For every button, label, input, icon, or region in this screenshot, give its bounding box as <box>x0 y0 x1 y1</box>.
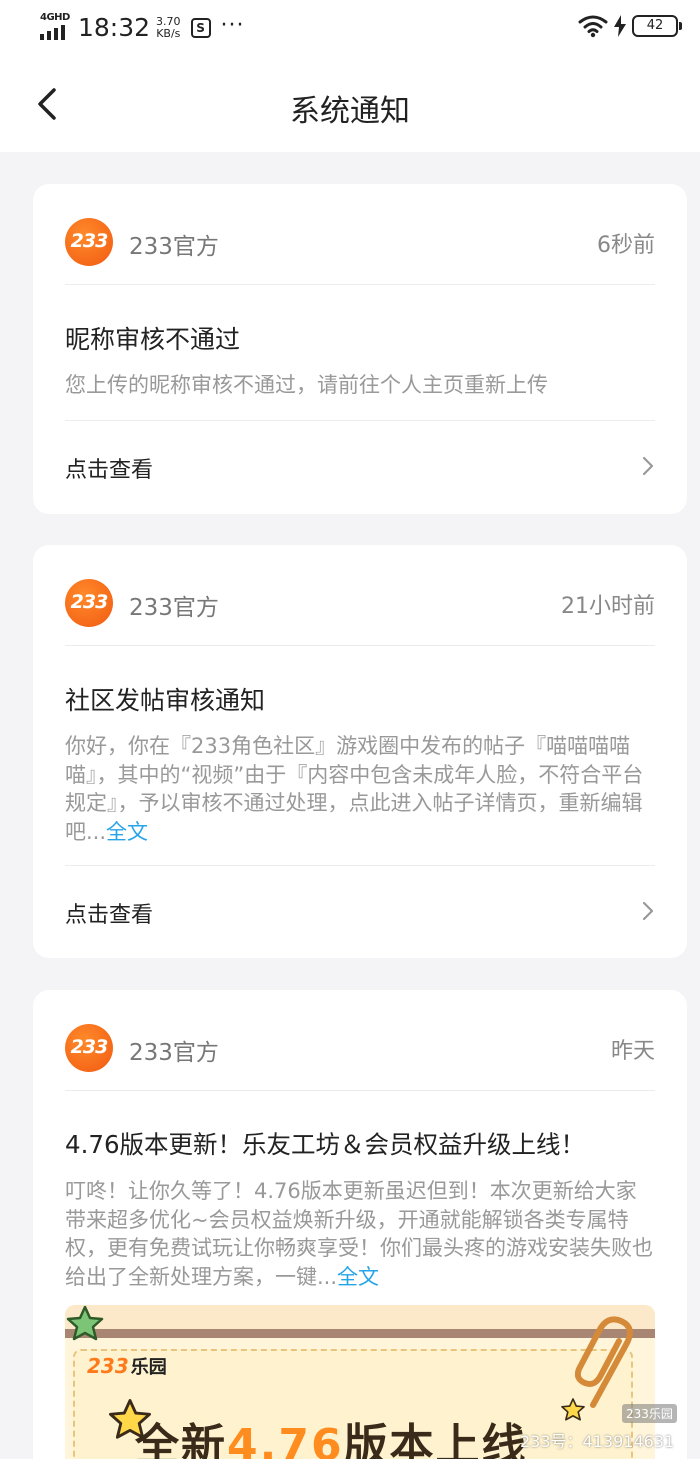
card-header: 233 233官方 6秒前 <box>65 218 655 268</box>
sender-name: 233官方 <box>129 234 219 260</box>
sender-avatar: 233 <box>65 579 113 627</box>
chevron-right-icon <box>642 456 654 476</box>
battery-icon: 42 <box>632 15 682 37</box>
divider <box>65 865 655 866</box>
network-speed: 3.70 KB/s <box>156 15 181 40</box>
view-details-link[interactable]: 点击查看 <box>65 446 655 486</box>
sender-name: 233官方 <box>129 595 219 621</box>
cellular-signal-icon: 4GHD <box>40 12 70 40</box>
notification-title: 昵称审核不通过 <box>65 325 241 354</box>
more-notifications-icon: ··· <box>220 13 245 38</box>
chevron-right-icon <box>642 901 654 921</box>
nav-header: 系统通知 <box>0 56 700 152</box>
notification-card[interactable]: 233 233官方 昨天 4.76版本更新！乐友工坊＆会员权益升级上线！ 叮咚！… <box>33 990 687 1459</box>
charging-icon <box>614 15 626 37</box>
notification-title: 4.76版本更新！乐友工坊＆会员权益升级上线！ <box>65 1130 586 1159</box>
notification-body: 叮咚！让你久等了！4.76版本更新虽迟但到！本次更新给大家带来超多优化~会员权益… <box>65 1179 653 1290</box>
banner-logo: 233 乐园 <box>87 1354 167 1378</box>
star-icon <box>66 1305 104 1341</box>
notification-card[interactable]: 233 233官方 21小时前 社区发帖审核通知 你好，你在『233角色社区』游… <box>33 545 687 958</box>
notification-title: 社区发帖审核通知 <box>65 686 266 715</box>
timestamp: 昨天 <box>610 1039 655 1064</box>
view-details-label: 点击查看 <box>65 458 154 483</box>
timestamp: 21小时前 <box>561 594 655 619</box>
timestamp: 6秒前 <box>597 233 655 258</box>
read-full-link[interactable]: 全文 <box>337 1265 379 1289</box>
divider <box>65 1090 655 1091</box>
watermark-text: 233号：413914631 <box>520 1432 675 1451</box>
notification-body: 你好，你在『233角色社区』游戏圈中发布的帖子『喵喵喵喵喵』，其中的“视频”由于… <box>65 734 644 845</box>
wifi-icon <box>578 15 608 38</box>
app-notification-icon: S <box>190 18 211 38</box>
network-type: 4GHD <box>40 12 70 23</box>
card-header: 233 233官方 昨天 <box>65 1024 655 1074</box>
paperclip-icon <box>575 1316 633 1408</box>
sender-avatar: 233 <box>65 1024 113 1072</box>
read-full-link[interactable]: 全文 <box>106 820 148 844</box>
sender-name: 233官方 <box>129 1040 219 1066</box>
view-details-label: 点击查看 <box>65 903 154 928</box>
notification-body: 您上传的昵称审核不通过，请前往个人主页重新上传 <box>65 373 548 397</box>
notification-card[interactable]: 233 233官方 6秒前 昵称审核不通过 您上传的昵称审核不通过，请前往个人主… <box>33 184 687 514</box>
divider <box>65 645 655 646</box>
status-bar: 4GHD 18:32 3.70 KB/s S ··· 42 <box>0 0 700 56</box>
card-header: 233 233官方 21小时前 <box>65 579 655 629</box>
banner-headline: 全新4.76版本上线 <box>135 1420 528 1459</box>
sender-avatar: 233 <box>65 218 113 266</box>
page-title: 系统通知 <box>290 94 410 129</box>
view-details-link[interactable]: 点击查看 <box>65 891 655 931</box>
divider <box>65 420 655 421</box>
divider <box>65 284 655 285</box>
watermark-logo: 233乐园 <box>622 1404 677 1423</box>
clock: 18:32 <box>78 13 151 42</box>
